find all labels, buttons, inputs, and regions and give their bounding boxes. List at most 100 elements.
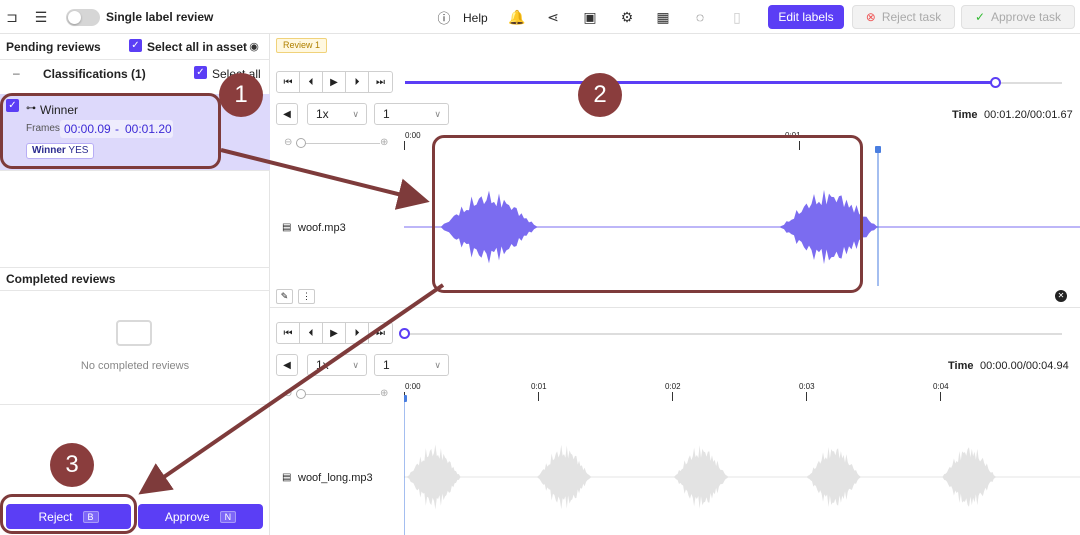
speaker-icon: ◀	[283, 108, 291, 120]
divider	[0, 170, 270, 171]
select-all-checkbox[interactable]: ✓	[194, 66, 207, 79]
seek-fill	[405, 81, 997, 84]
speed-value: 1x	[316, 107, 329, 121]
file-name: woof.mp3	[298, 222, 346, 234]
time-label: Time	[948, 360, 974, 372]
tick-label: 0:03	[799, 382, 815, 391]
classifications-heading: Classifications (1)	[43, 67, 146, 81]
file-icon: ▤	[282, 222, 292, 233]
channel-value: 1	[383, 107, 390, 121]
collapse-icon[interactable]: –	[13, 66, 20, 80]
single-label-review-label: Single label review	[106, 10, 214, 24]
time-readout: 00:01.20/00:01.67	[984, 109, 1073, 121]
approve-label: Approve	[164, 509, 210, 524]
skip-back-icon[interactable]: ⏮	[277, 323, 300, 343]
zoom-handle[interactable]	[296, 138, 306, 148]
gear-icon[interactable]: ⚙	[619, 9, 635, 25]
approve-task-button[interactable]: ✓ Approve task	[961, 5, 1075, 29]
comment-icon[interactable]: ◌	[692, 9, 708, 25]
tick-label: 0:00	[405, 131, 421, 140]
chevron-down-icon: ∨	[434, 360, 441, 370]
exit-icon[interactable]: ⊐	[4, 9, 20, 25]
volume-button[interactable]: ◀	[276, 354, 298, 376]
playhead-handle[interactable]	[875, 146, 881, 153]
select-all-in-asset-checkbox[interactable]: ✓	[129, 39, 142, 52]
time-readout: 00:00.00/00:04.94	[980, 360, 1069, 372]
bell-icon[interactable]: 🔔	[508, 9, 525, 25]
close-icon[interactable]: ✕	[1055, 290, 1067, 302]
zoom-in-icon[interactable]: ⊕	[380, 137, 388, 148]
zoom-track[interactable]	[296, 394, 380, 395]
chevron-down-icon: ∨	[352, 360, 359, 370]
zoom-track[interactable]	[296, 143, 380, 144]
eye-icon[interactable]: ◉	[247, 39, 261, 53]
tick-label: 0:00	[405, 382, 421, 391]
divider	[0, 404, 270, 405]
channel-select[interactable]: 1 ∨	[374, 103, 449, 125]
step-forward-icon[interactable]: ⏵	[346, 323, 369, 343]
divider	[0, 267, 270, 268]
speed-select[interactable]: 1x ∨	[307, 354, 367, 376]
chevron-down-icon: ∨	[352, 109, 359, 119]
divider	[270, 307, 1080, 308]
select-all-in-asset-label: Select all in asset	[147, 40, 248, 54]
speed-select[interactable]: 1x ∨	[307, 103, 367, 125]
divider	[0, 59, 270, 60]
annotation-number-3: 3	[50, 443, 94, 487]
edit-icon[interactable]: ✎	[276, 289, 293, 304]
file-icon: ▤	[282, 472, 292, 483]
seek-track[interactable]	[405, 333, 1062, 335]
review-badge: Review 1	[276, 38, 328, 53]
pending-reviews-heading: Pending reviews	[6, 40, 101, 54]
save-icon[interactable]: ▣	[582, 9, 598, 25]
toggle-knob	[68, 11, 81, 24]
tick-label: 0:04	[933, 382, 949, 391]
tick-label: 0:01	[531, 382, 547, 391]
channel-select[interactable]: 1 ∨	[374, 354, 449, 376]
play-icon[interactable]: ▶	[323, 72, 346, 92]
skip-back-icon[interactable]: ⏮	[277, 72, 300, 92]
speaker-icon: ◀	[283, 359, 291, 371]
reject-task-label: Reject task	[881, 10, 942, 24]
step-back-icon[interactable]: ⏴	[300, 72, 323, 92]
no-completed-reviews-text: No completed reviews	[80, 360, 190, 372]
annotation-box-1	[0, 93, 221, 169]
step-back-icon[interactable]: ⏴	[300, 323, 323, 343]
edit-labels-button[interactable]: Edit labels	[768, 5, 844, 29]
step-forward-icon[interactable]: ⏵	[346, 72, 369, 92]
skip-forward-icon[interactable]: ⏭	[369, 72, 392, 92]
skip-forward-icon[interactable]: ⏭	[369, 323, 392, 343]
reject-task-button[interactable]: ⊗ Reject task	[852, 5, 955, 29]
zoom-in-icon[interactable]: ⊕	[380, 388, 388, 399]
playhead-handle[interactable]	[404, 395, 407, 402]
play-icon[interactable]: ▶	[323, 323, 346, 343]
help-icon[interactable]: ⓘ	[436, 9, 452, 26]
tick-label: 0:02	[665, 382, 681, 391]
zoom-handle[interactable]	[296, 389, 306, 399]
single-label-review-toggle[interactable]	[66, 9, 100, 26]
channel-value: 1	[383, 358, 390, 372]
playback-controls: ⏮ ⏴ ▶ ⏵ ⏭	[276, 322, 393, 344]
approve-button[interactable]: Approve N	[138, 504, 263, 529]
time-label: Time	[952, 109, 978, 121]
seek-handle[interactable]	[399, 328, 410, 339]
divider	[0, 290, 270, 291]
annotation-box-3	[0, 494, 137, 534]
help-link[interactable]: Help	[463, 11, 488, 25]
zoom-out-icon[interactable]: ⊖	[284, 137, 292, 148]
zoom-out-icon[interactable]: ⊖	[284, 388, 292, 399]
more-icon[interactable]: ⋮	[298, 289, 315, 304]
table-icon[interactable]: ▦	[655, 9, 671, 25]
waveform-woof-long[interactable]	[404, 394, 1080, 535]
reject-circle-icon: ⊗	[865, 10, 876, 24]
menu-icon[interactable]: ☰	[33, 9, 49, 25]
seek-handle[interactable]	[990, 77, 1002, 88]
speed-value: 1x	[316, 358, 329, 372]
volume-button[interactable]: ◀	[276, 103, 298, 125]
annotation-number-1: 1	[219, 73, 263, 117]
approve-task-label: Approve task	[991, 10, 1062, 24]
document-icon[interactable]: ▯	[729, 9, 745, 25]
share-icon[interactable]: ⋖	[545, 9, 561, 25]
playback-controls: ⏮ ⏴ ▶ ⏵ ⏭	[276, 71, 393, 93]
annotation-box-2	[432, 135, 863, 293]
